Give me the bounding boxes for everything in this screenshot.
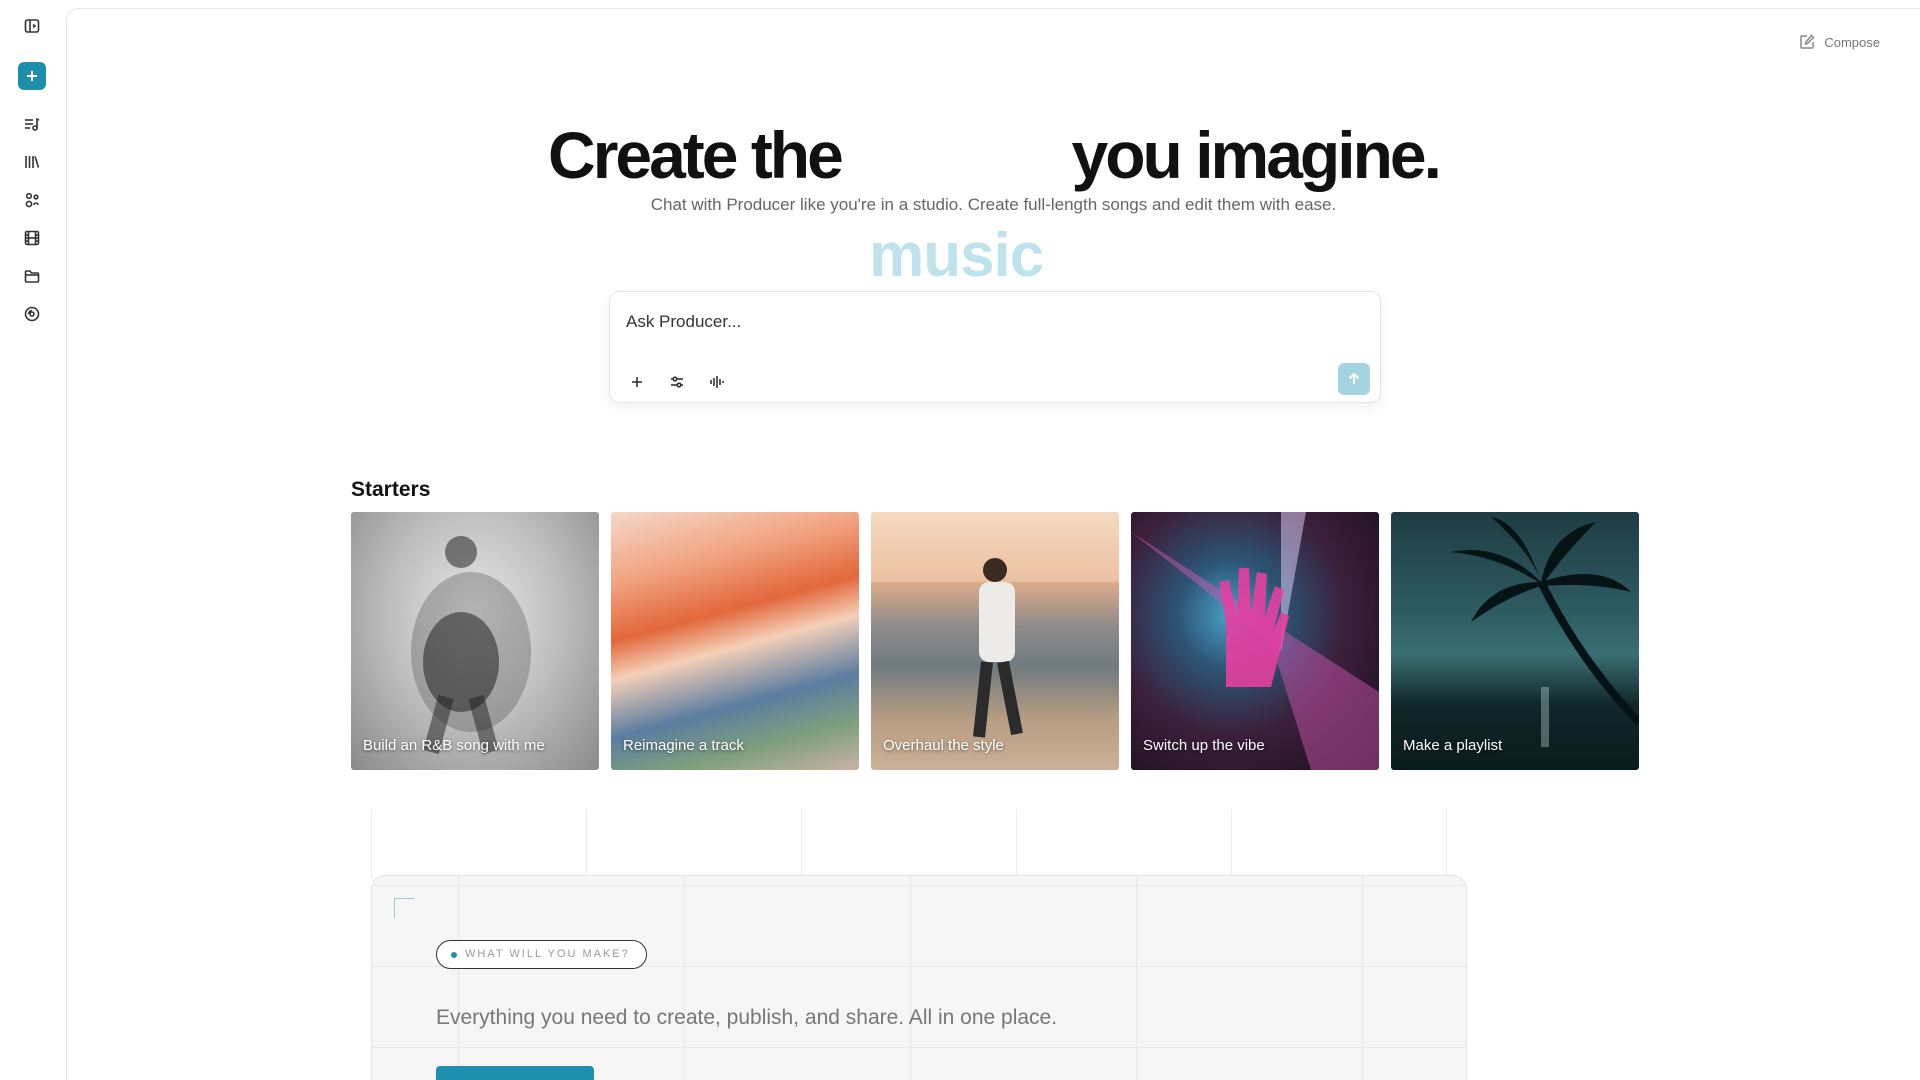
disc-icon	[24, 306, 40, 322]
starter-card-label: Reimagine a track	[623, 737, 744, 754]
sidebar-item-playlist[interactable]	[17, 109, 47, 139]
decorative-grid-lines	[371, 809, 1467, 879]
starter-card-rnb[interactable]: Build an R&B song with me	[351, 512, 599, 770]
starters-title: Starters	[351, 478, 431, 501]
people-icon	[25, 192, 39, 208]
folder-icon	[24, 270, 40, 283]
new-button[interactable]	[18, 62, 46, 90]
promo-pill: WHAT WILL YOU MAKE?	[436, 940, 647, 969]
starter-card-vibe[interactable]: Switch up the vibe	[1131, 512, 1379, 770]
starters-list: Build an R&B song with me Reimagine a tr…	[351, 512, 1639, 770]
main-panel: Compose Create the music you imagine. Ch…	[66, 8, 1920, 1080]
neon-hand-image	[1131, 512, 1379, 770]
compose-button[interactable]: Compose	[1798, 33, 1880, 51]
waveform-icon	[710, 376, 724, 388]
sidebar	[0, 0, 66, 1080]
settings-button[interactable]	[664, 369, 690, 395]
palm-tree-image	[1451, 517, 1639, 747]
sidebar-toggle-button[interactable]	[17, 11, 47, 41]
corner-mark	[394, 898, 414, 918]
sidebar-item-videos[interactable]	[17, 223, 47, 253]
hero: Create the music you imagine. Chat with …	[67, 113, 1920, 290]
library-icon	[25, 156, 40, 168]
sidebar-item-library[interactable]	[17, 147, 47, 177]
starter-card-label: Switch up the vibe	[1143, 737, 1265, 754]
plus-icon	[27, 71, 37, 81]
get-started-button[interactable]: Get Started	[436, 1066, 594, 1080]
hero-title: Create the music you imagine.	[548, 113, 1442, 290]
hero-title-start: Create the	[548, 118, 844, 192]
voice-button[interactable]	[704, 369, 730, 395]
prompt-box	[609, 291, 1381, 403]
promo-text: Everything you need to create, publish, …	[436, 1006, 1058, 1029]
starter-card-label: Build an R&B song with me	[363, 737, 545, 754]
attach-button[interactable]	[624, 369, 650, 395]
compose-icon	[1800, 34, 1815, 49]
compose-label: Compose	[1824, 34, 1880, 50]
dancer-image	[411, 536, 531, 755]
send-button[interactable]	[1338, 363, 1370, 395]
prompt-input[interactable]	[626, 306, 1326, 338]
starter-card-overhaul[interactable]: Overhaul the style	[871, 512, 1119, 770]
beach-walker-image	[871, 512, 1119, 738]
sidebar-item-folders[interactable]	[17, 261, 47, 291]
starter-card-reimagine[interactable]: Reimagine a track	[611, 512, 859, 770]
plus-icon	[632, 377, 642, 387]
film-icon	[24, 230, 40, 246]
starter-card-playlist[interactable]: Make a playlist	[1391, 512, 1639, 770]
hero-title-end: you imagine.	[1071, 118, 1442, 192]
sidebar-item-artists[interactable]	[17, 185, 47, 215]
sidebar-item-records[interactable]	[17, 299, 47, 329]
playlist-icon	[25, 117, 40, 131]
hero-subtitle: Chat with Producer like you're in a stud…	[650, 195, 1337, 214]
arrow-up-icon	[1348, 372, 1360, 384]
starter-card-label: Make a playlist	[1403, 737, 1503, 754]
hero-rotating-word: music	[869, 221, 1044, 290]
starter-card-label: Overhaul the style	[883, 737, 1004, 754]
sidebar-toggle-icon	[24, 19, 40, 33]
sliders-icon	[671, 376, 683, 388]
promo-section: WHAT WILL YOU MAKE? Everything you need …	[371, 875, 1467, 1080]
